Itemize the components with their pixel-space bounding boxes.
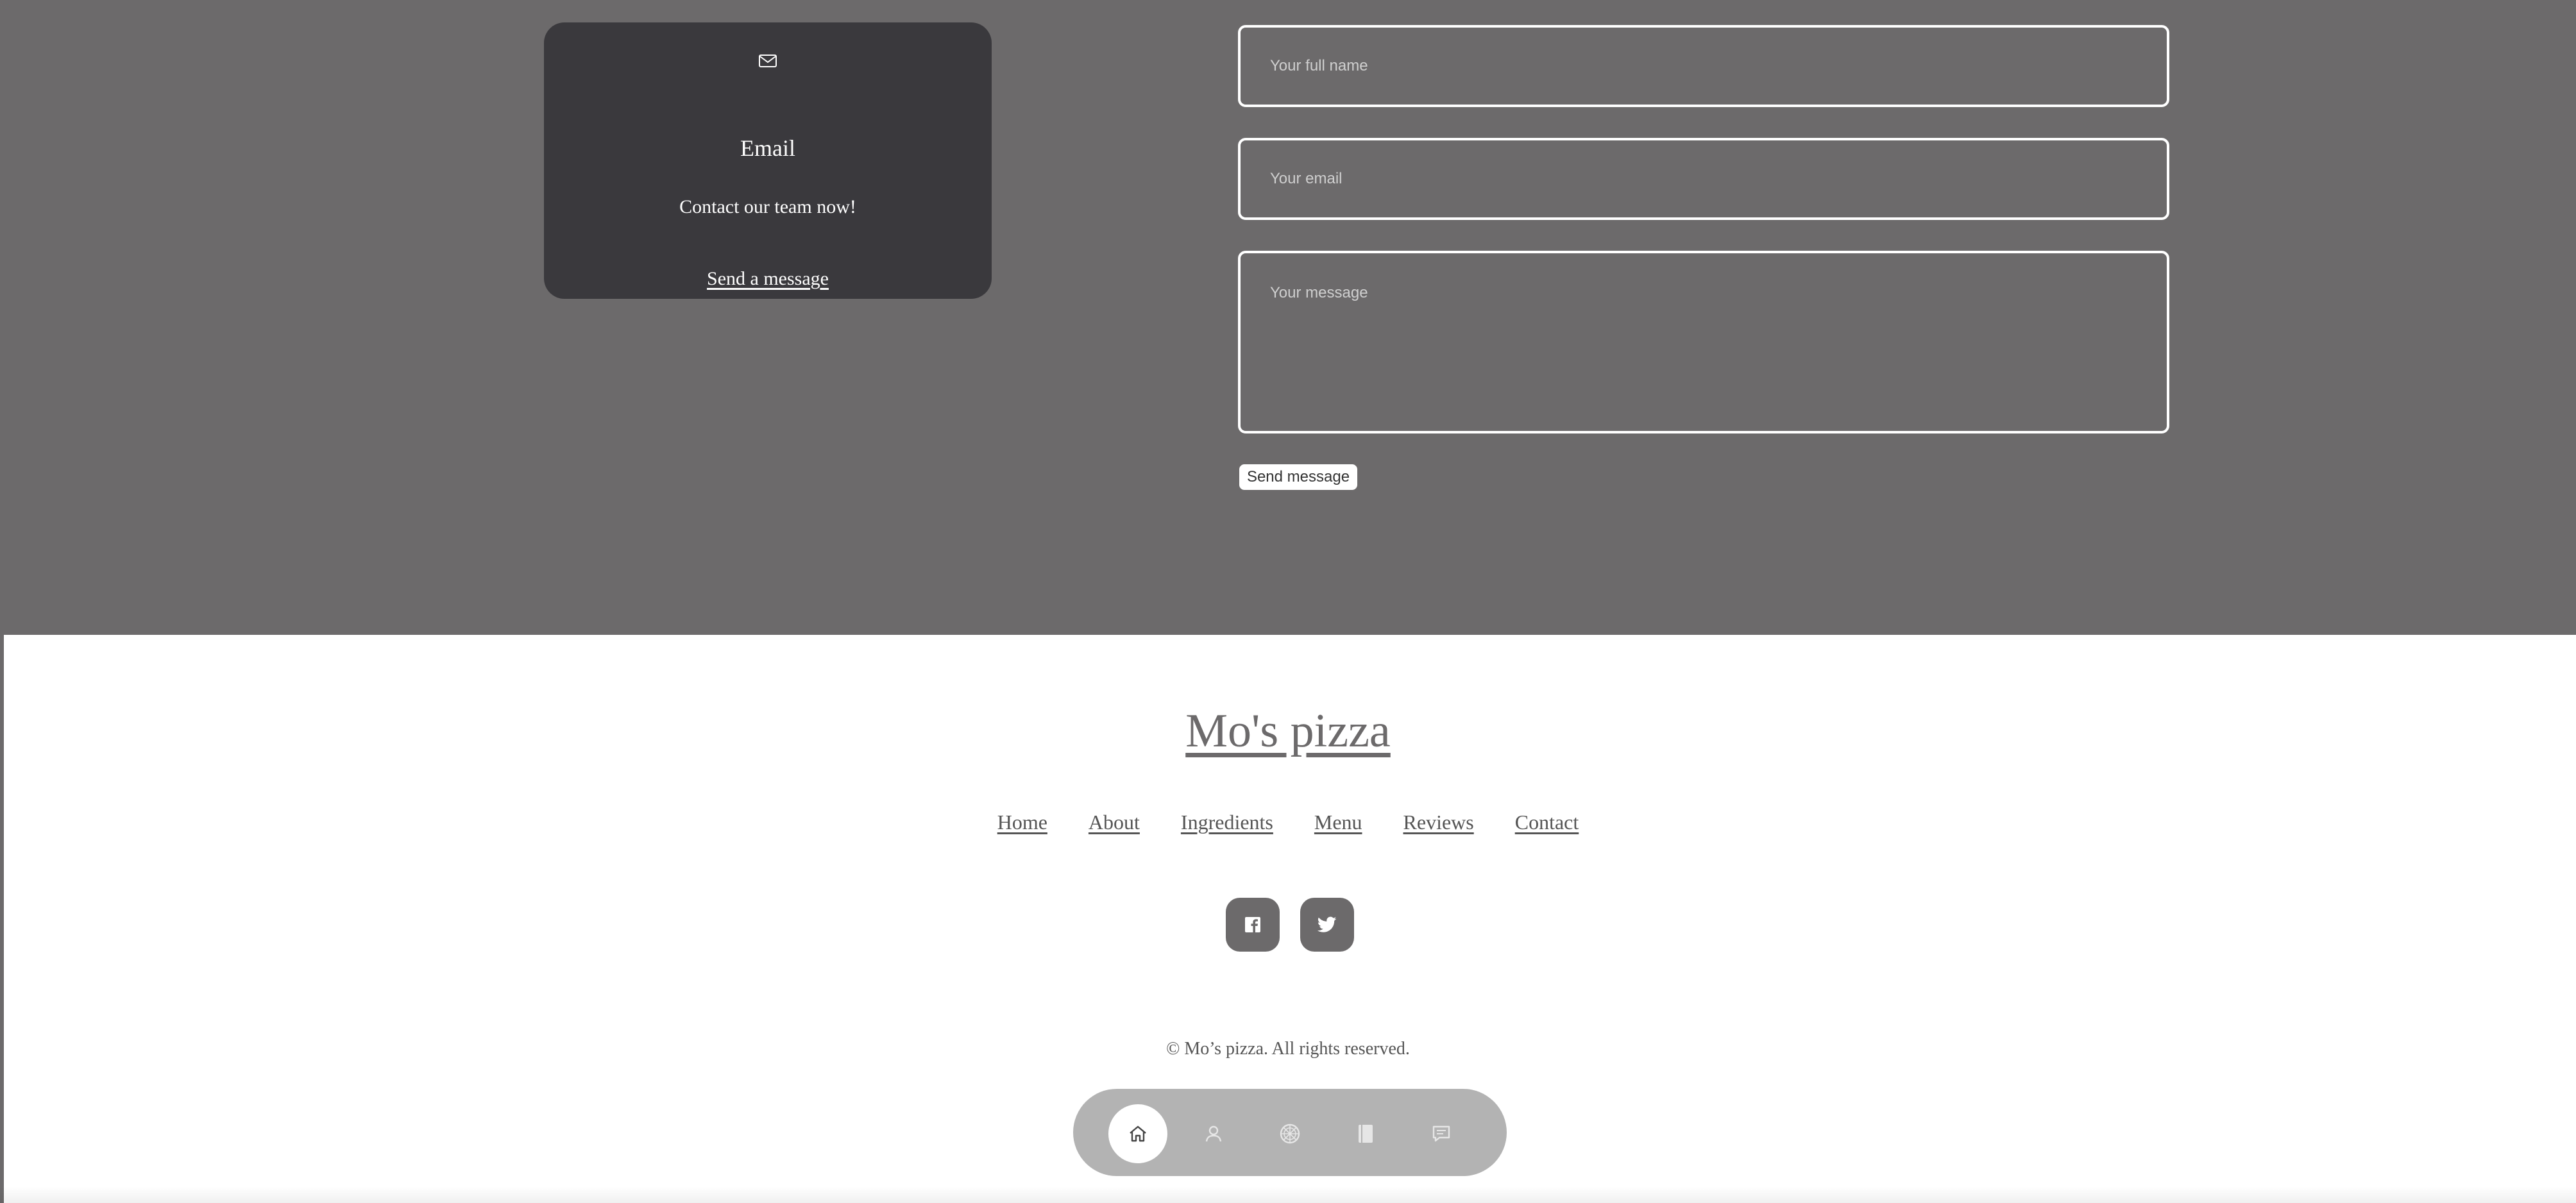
full-name-input[interactable]	[1238, 25, 2169, 107]
contact-section: Email Contact our team now! Send a messa…	[0, 0, 2576, 635]
footer-logo[interactable]: Mo's pizza	[0, 700, 2576, 762]
copyright-text: © Mo’s pizza. All rights reserved.	[1166, 1039, 1410, 1059]
bottom-nav-menu[interactable]	[1336, 1104, 1395, 1163]
message-textarea[interactable]	[1238, 251, 2169, 433]
facebook-icon	[1245, 917, 1260, 932]
bottom-nav-home[interactable]	[1108, 1104, 1167, 1163]
bottom-nav-ingredients[interactable]	[1260, 1104, 1319, 1163]
send-message-button[interactable]: Send message	[1239, 464, 1357, 490]
mail-icon	[759, 55, 777, 67]
send-a-message-link[interactable]: Send a message	[544, 265, 992, 293]
menu-book-icon	[1359, 1125, 1373, 1143]
pizza-icon	[1280, 1123, 1300, 1144]
bottom-nav-reviews[interactable]	[1412, 1104, 1471, 1163]
footer-nav-menu[interactable]: Menu	[1314, 808, 1362, 836]
home-icon	[1130, 1125, 1146, 1142]
bottom-shadow	[0, 1186, 2576, 1203]
bottom-nav-about[interactable]	[1184, 1104, 1243, 1163]
footer-nav-contact[interactable]: Contact	[1515, 808, 1579, 836]
footer-nav-about[interactable]: About	[1089, 808, 1140, 836]
card-text: Contact our team now!	[679, 196, 856, 217]
footer-nav: Home About Ingredients Menu Reviews Cont…	[0, 808, 2576, 836]
bottom-nav-bar	[1073, 1089, 1507, 1176]
footer-nav-home[interactable]: Home	[997, 808, 1047, 836]
email-contact-card: Email Contact our team now! Send a messa…	[544, 22, 992, 299]
footer-nav-ingredients[interactable]: Ingredients	[1181, 808, 1273, 836]
user-icon	[1205, 1125, 1222, 1142]
twitter-icon	[1318, 916, 1337, 932]
email-input[interactable]	[1238, 138, 2169, 220]
card-title: Email	[740, 135, 795, 161]
twitter-button[interactable]	[1300, 898, 1354, 952]
footer-nav-reviews[interactable]: Reviews	[1403, 808, 1474, 836]
chat-icon	[1432, 1125, 1450, 1142]
facebook-button[interactable]	[1226, 898, 1280, 952]
